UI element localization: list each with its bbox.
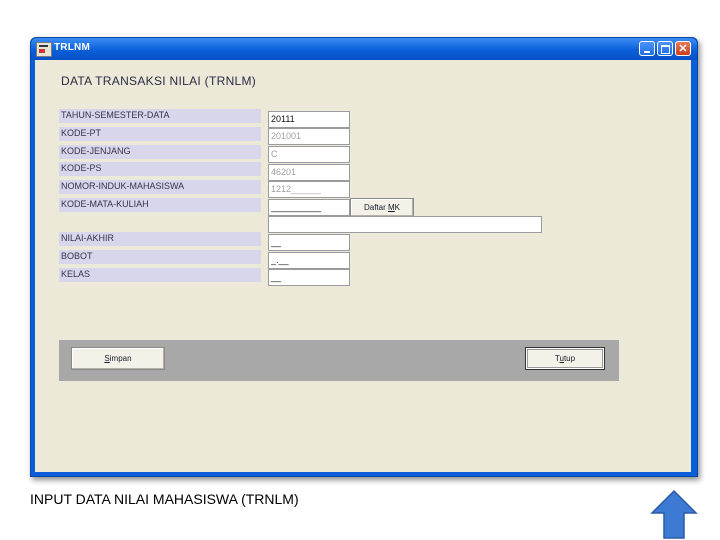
form-area: DATA TRANSAKSI NILAI (TRNLM) TAHUN-SEMES… [35,60,691,472]
label-kode-mata-kuliah: KODE-MATA-KULIAH [59,198,261,212]
app-icon[interactable] [36,42,52,57]
up-arrow-icon[interactable] [650,489,698,540]
simpan-rest: impan [109,354,132,363]
minimize-button[interactable] [639,41,655,56]
maximize-icon [661,45,670,54]
bobot-field[interactable]: _.__ [268,252,350,269]
daftar-mk-prefix: Daftar [363,203,388,212]
action-bar: Simpan Tutup [59,340,619,381]
close-button[interactable]: ✕ [675,41,691,56]
slide-caption: INPUT DATA NILAI MAHASISWA (TRNLM) [30,491,299,507]
kode-jenjang-field[interactable]: C [268,146,350,163]
minimize-icon [644,51,650,53]
label-nomor-induk-mahasiswa: NOMOR-INDUK-MAHASISWA [59,180,261,194]
kode-mata-kuliah-field[interactable]: __________ [268,199,350,216]
form-title: DATA TRANSAKSI NILAI (TRNLM) [61,74,257,88]
title-bar[interactable]: TRLNM ✕ [31,38,697,60]
maximize-button[interactable] [657,41,673,56]
tutup-button[interactable]: Tutup [525,347,605,370]
simpan-button[interactable]: Simpan [71,347,165,370]
label-kode-ps: KODE-PS [59,162,261,176]
tahun-semester-data-field[interactable]: 20111 [268,111,350,128]
label-kelas: KELAS [59,268,261,282]
nilai-akhir-field[interactable]: __ [268,234,350,251]
nomor-induk-mahasiswa-field[interactable]: 1212______ [268,181,350,198]
tutup-rest: tup [563,354,576,363]
label-bobot: BOBOT [59,250,261,264]
daftar-mk-accel: M [388,203,395,212]
label-nilai-akhir: NILAI-AKHIR [59,232,261,246]
label-kode-jenjang: KODE-JENJANG [59,145,261,159]
kode-ps-field[interactable]: 46201 [268,164,350,181]
window-title: TRLNM [54,42,90,53]
mata-kuliah-description-field[interactable] [268,216,542,233]
daftar-mk-button[interactable]: Daftar MK [350,198,414,217]
kode-pt-field[interactable]: 201001 [268,128,350,145]
kelas-field[interactable]: __ [268,269,350,286]
label-kode-pt: KODE-PT [59,127,261,141]
daftar-mk-suffix: K [394,203,401,212]
app-window: TRLNM ✕ DATA TRANSAKSI NILAI (TRNLM) TAH… [30,37,698,477]
label-tahun-semester-data: TAHUN-SEMESTER-DATA [59,109,261,123]
close-icon: ✕ [678,43,688,55]
